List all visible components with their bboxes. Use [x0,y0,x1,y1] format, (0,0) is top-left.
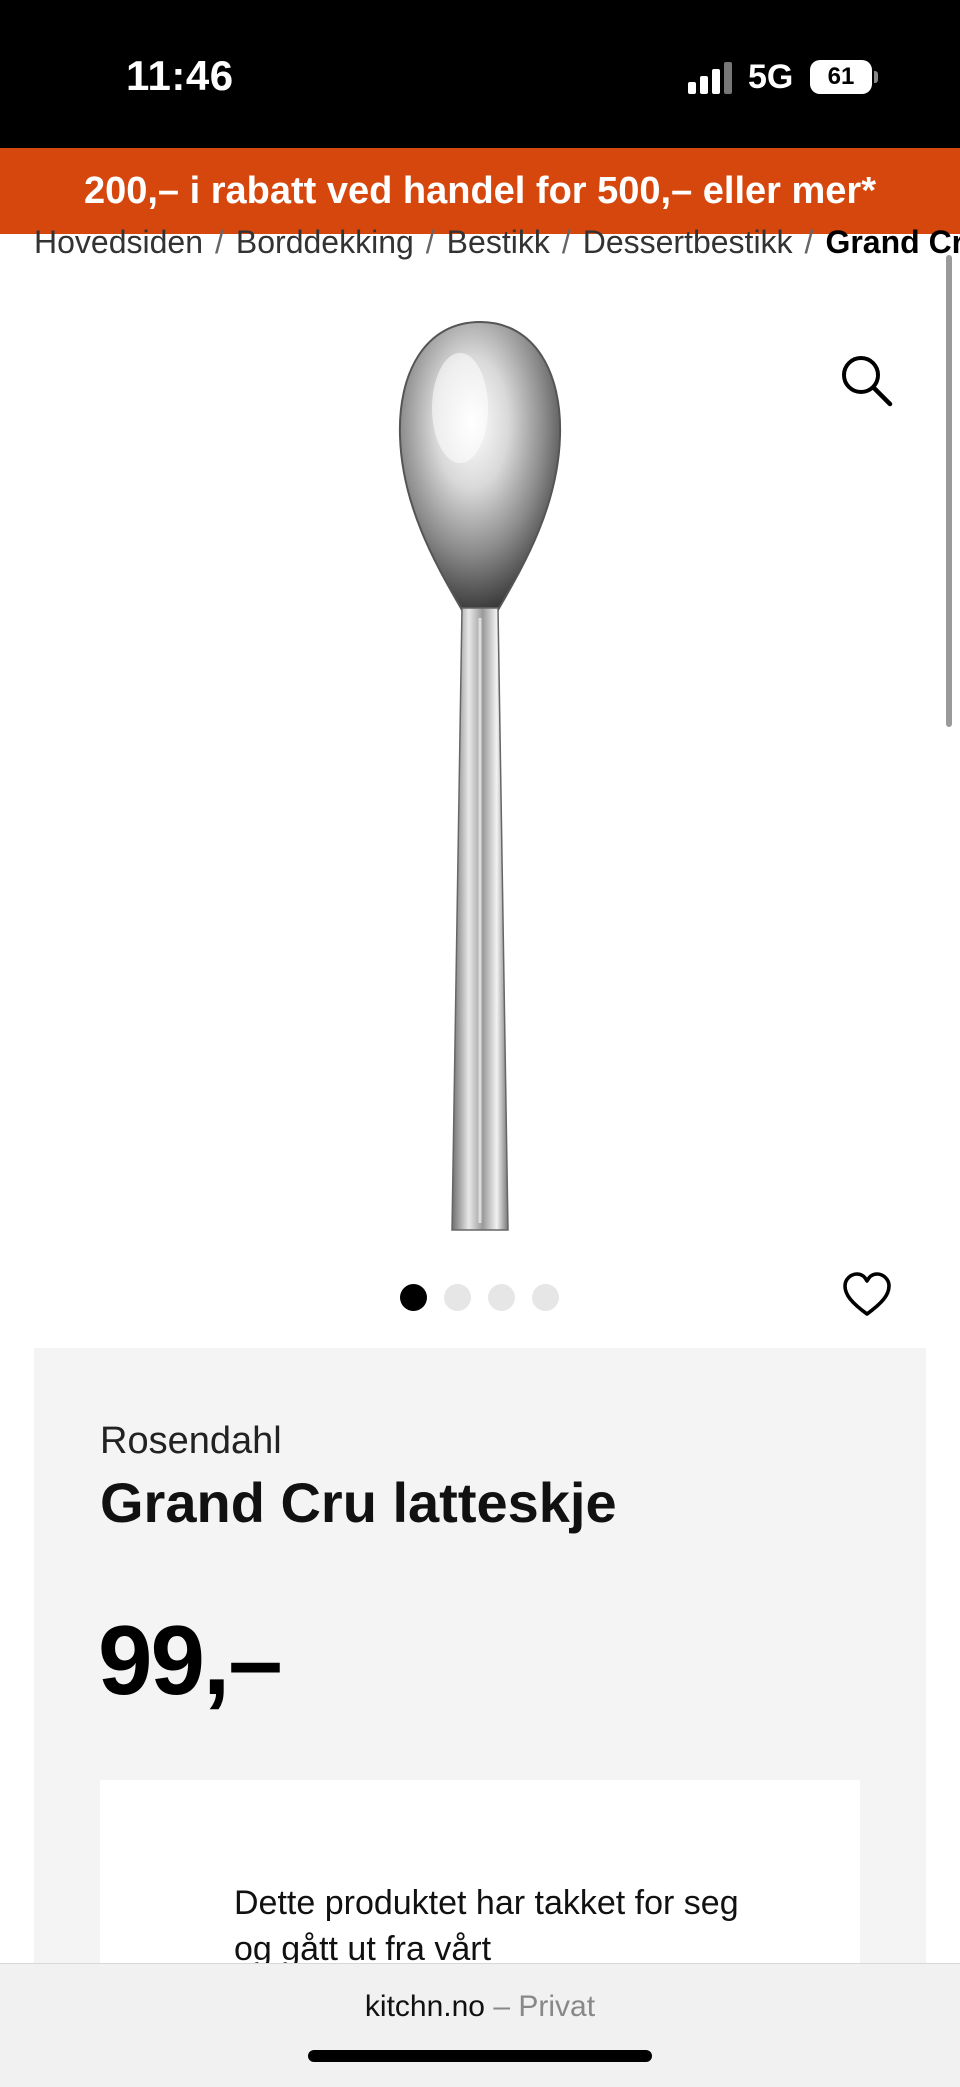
search-icon[interactable] [838,352,894,408]
breadcrumb: Hovedsiden / Borddekking / Bestikk / Dessertbe… [34,224,960,264]
url-domain: kitchn.no [364,1990,485,2023]
breadcrumb-current: Grand Cru latteskje [825,224,960,260]
discontinued-notice-text: Dette produktet har takket for seg og gå… [234,1884,739,1968]
breadcrumb-separator: / [425,224,435,260]
network-type: 5G [748,58,794,96]
promo-banner[interactable]: 200,– i rabatt ved handel for 500,– elle… [0,148,960,234]
browser-address-bar[interactable] [0,1963,960,2087]
status-time: 11:46 [126,52,234,99]
breadcrumb-link-borddekking[interactable]: Borddekking [236,224,414,261]
carousel-dots [400,1284,559,1312]
scrollbar[interactable] [946,255,952,727]
product-price: 99,– [98,1605,283,1715]
breadcrumb-link-dessertbestikk[interactable]: Dessertbestikk [583,224,793,261]
carousel-dot-1[interactable] [400,1284,427,1311]
url-display[interactable]: kitchn.no – Privat [0,1990,960,2024]
breadcrumb-link-bestikk[interactable]: Bestikk [447,224,550,261]
product-image[interactable] [340,318,620,1238]
carousel-dot-3[interactable] [488,1284,515,1311]
battery-icon: 61 [810,60,872,94]
product-brand[interactable]: Rosendahl [100,1420,282,1463]
breadcrumb-link-home[interactable]: Hovedsiden [34,224,203,261]
heart-icon[interactable] [842,1270,892,1320]
status-bar: 11:46 5G 61 [0,0,960,148]
carousel-dot-2[interactable] [444,1284,471,1311]
product-title: Grand Cru latteskje [100,1471,617,1534]
breadcrumb-separator: / [561,224,571,260]
cellular-signal-icon [688,62,734,94]
battery-cap [874,71,878,83]
carousel-dot-4[interactable] [532,1284,559,1311]
private-mode-label: – Privat [493,1990,596,2023]
home-indicator[interactable] [308,2050,652,2062]
breadcrumb-separator: / [804,224,814,260]
breadcrumb-separator: / [215,224,224,260]
battery-level: 61 [827,63,855,90]
